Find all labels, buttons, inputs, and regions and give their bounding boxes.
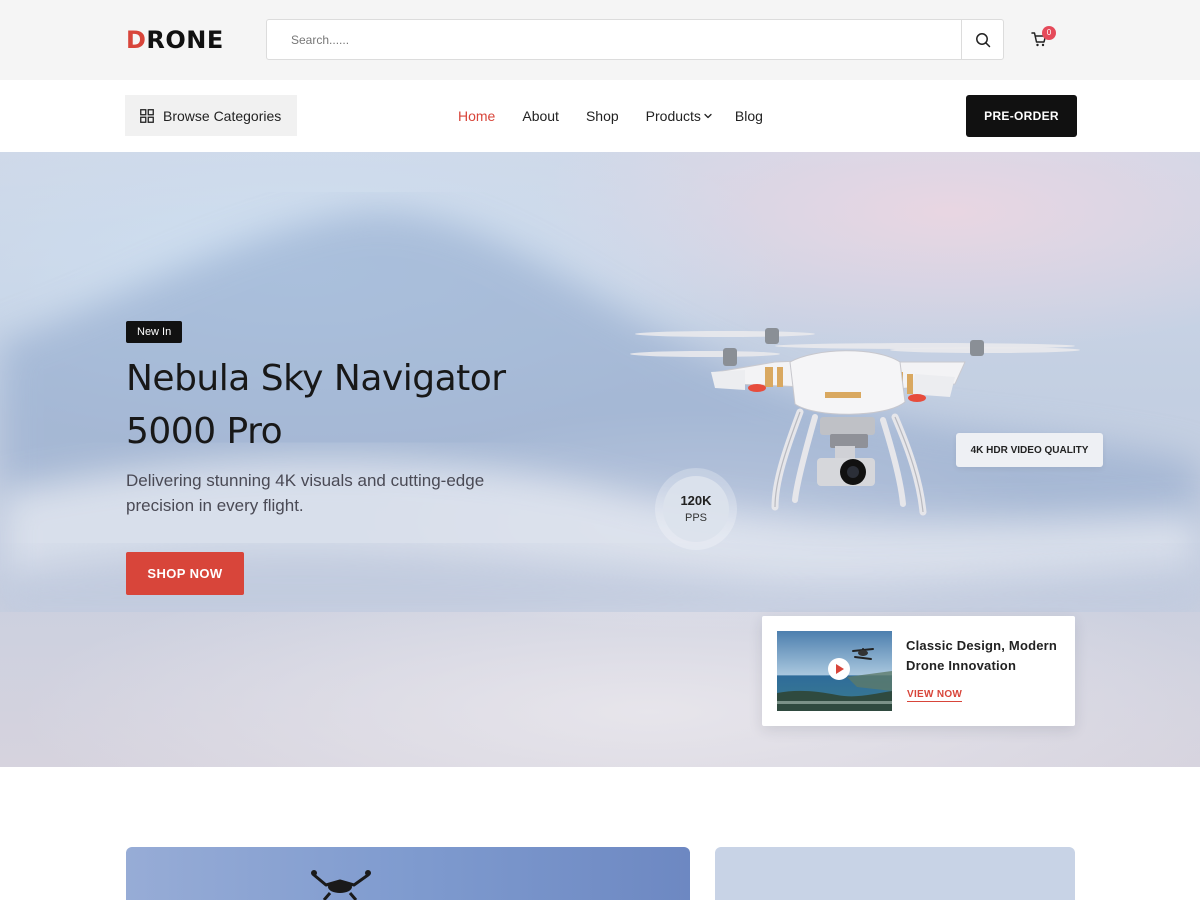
nav-item-shop[interactable]: Shop bbox=[586, 108, 619, 124]
hero-subtitle: Delivering stunning 4K visuals and cutti… bbox=[126, 471, 485, 515]
nav-item-about[interactable]: About bbox=[522, 108, 559, 124]
hero-section: New In Nebula Sky Navigator 5000 Pro Del… bbox=[0, 152, 1200, 767]
nav-item-products-label: Products bbox=[645, 108, 701, 124]
main-menu: Home About Shop Products Blog bbox=[458, 108, 763, 124]
pre-order-button[interactable]: PRE-ORDER bbox=[966, 95, 1077, 137]
nav-item-blog[interactable]: Blog bbox=[735, 108, 763, 124]
top-bar: DRONE 0 bbox=[0, 0, 1200, 80]
cart-button[interactable]: 0 bbox=[1030, 26, 1056, 50]
view-now-link[interactable]: VIEW NOW bbox=[907, 689, 963, 702]
search-icon bbox=[975, 32, 990, 47]
search-button[interactable] bbox=[961, 20, 1003, 59]
stat-unit: PPS bbox=[684, 511, 707, 524]
promo-video-thumbnail[interactable] bbox=[777, 631, 892, 711]
nav-item-home[interactable]: Home bbox=[458, 108, 495, 124]
promo-title: Classic Design, Modern Drone Innovation bbox=[906, 638, 1058, 673]
chevron-down-icon bbox=[704, 113, 712, 119]
nav-item-products[interactable]: Products bbox=[646, 108, 713, 124]
logo-text: RONE bbox=[146, 26, 224, 54]
grid-icon bbox=[140, 108, 154, 123]
stat-value: 120K bbox=[680, 492, 712, 508]
search-input[interactable] bbox=[267, 20, 961, 59]
main-navbar: Browse Categories Home About Shop Produc… bbox=[0, 80, 1200, 152]
feature-card-right[interactable] bbox=[715, 847, 1075, 900]
promo-thumbnail-image bbox=[777, 631, 892, 711]
stat-circle: 120K PPS bbox=[655, 468, 737, 550]
browse-categories-label: Browse Categories bbox=[163, 107, 282, 124]
logo-first-letter: D bbox=[126, 26, 147, 54]
stat-circle-inner: 120K PPS bbox=[663, 476, 729, 542]
feature-card-left[interactable] bbox=[126, 847, 690, 900]
shop-now-button[interactable]: SHOP NOW bbox=[126, 552, 244, 595]
search-bar bbox=[266, 19, 1004, 60]
logo[interactable]: DRONE bbox=[126, 27, 224, 53]
browse-categories-button[interactable]: Browse Categories bbox=[125, 95, 297, 136]
cart-count-badge: 0 bbox=[1042, 26, 1056, 40]
new-in-badge: New In bbox=[126, 321, 183, 343]
hero-title: Nebula Sky Navigator 5000 Pro bbox=[126, 358, 506, 452]
promo-card: Classic Design, Modern Drone Innovation … bbox=[762, 616, 1075, 726]
drone-photo bbox=[311, 870, 371, 900]
feature-tag: 4K HDR VIDEO QUALITY bbox=[956, 433, 1103, 467]
